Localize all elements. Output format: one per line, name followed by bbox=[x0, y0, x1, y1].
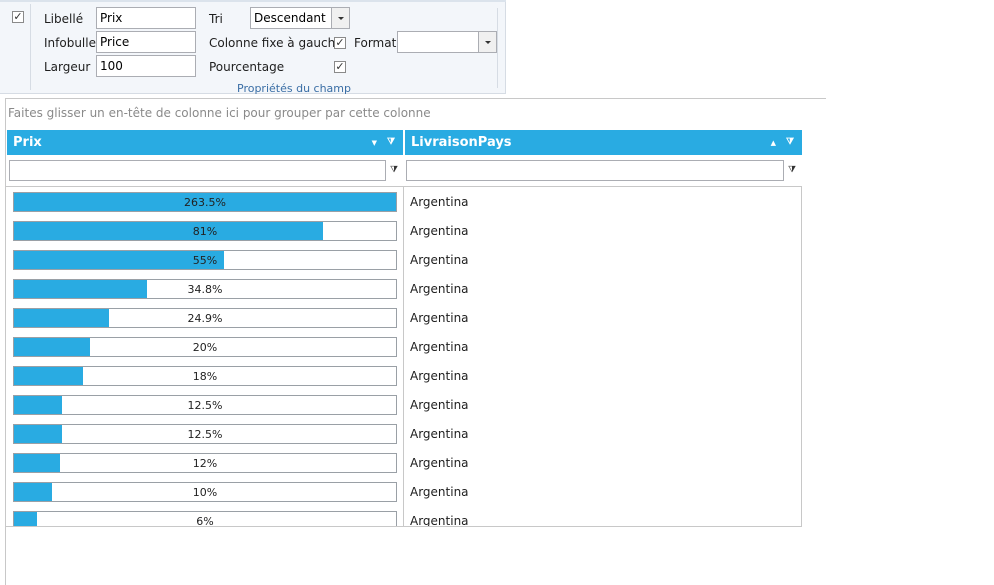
country-cell: Argentina bbox=[410, 311, 469, 325]
country-cell: Argentina bbox=[410, 369, 469, 383]
country-cell: Argentina bbox=[410, 282, 469, 296]
percentage-value: 263.5% bbox=[184, 196, 226, 209]
filter-icon[interactable]: ⧩ bbox=[786, 137, 794, 147]
largeur-label: Largeur bbox=[44, 60, 91, 74]
colonne-fixe-label: Colonne fixe à gauche bbox=[209, 36, 343, 50]
pourcentage-checkbox[interactable]: ✓ bbox=[334, 61, 346, 73]
percentage-value: 20% bbox=[192, 341, 218, 354]
format-dropdown-button[interactable] bbox=[478, 32, 496, 52]
percentage-value: 12% bbox=[192, 457, 218, 470]
percentage-value: 24.9% bbox=[187, 312, 223, 325]
percentage-value: 12.5% bbox=[187, 428, 223, 441]
sort-descending-icon[interactable]: ▼ bbox=[372, 139, 377, 147]
country-cell: Argentina bbox=[410, 398, 469, 412]
country-cell: Argentina bbox=[410, 485, 469, 499]
filter-icon[interactable]: ⧩ bbox=[387, 137, 395, 147]
ribbon-separator bbox=[30, 4, 31, 90]
percentage-value: 18% bbox=[192, 370, 218, 383]
percentage-bar: 20% bbox=[13, 337, 397, 357]
chevron-down-icon bbox=[337, 16, 344, 20]
format-label: Format bbox=[354, 36, 397, 50]
percentage-value: 12.5% bbox=[187, 399, 223, 412]
libelle-field[interactable]: Prix bbox=[96, 7, 196, 29]
format-select[interactable] bbox=[397, 31, 497, 53]
country-cell: Argentina bbox=[410, 340, 469, 354]
prix-filter-input[interactable] bbox=[9, 160, 386, 181]
percentage-value: 10% bbox=[192, 486, 218, 499]
colonne-fixe-checkbox[interactable]: ✓ bbox=[334, 37, 346, 49]
column-divider bbox=[403, 186, 404, 527]
sort-ascending-icon[interactable]: ▲ bbox=[771, 139, 776, 147]
field-properties-ribbon: ✓ Libellé Prix Infobulle Price Largeur 1… bbox=[0, 0, 506, 95]
country-cell: Argentina bbox=[410, 514, 469, 527]
largeur-field[interactable]: 100 bbox=[96, 55, 196, 77]
infobulle-field[interactable]: Price bbox=[96, 31, 196, 53]
tri-label: Tri bbox=[209, 12, 223, 26]
percentage-value: 34.8% bbox=[187, 283, 223, 296]
country-cell: Argentina bbox=[410, 456, 469, 470]
column-header-title: LivraisonPays bbox=[411, 135, 512, 150]
column-header-prix[interactable]: Prix ▼ ⧩ bbox=[7, 130, 403, 155]
percentage-bar: 263.5% bbox=[13, 192, 397, 212]
percentage-bar: 81% bbox=[13, 221, 397, 241]
country-cell: Argentina bbox=[410, 195, 469, 209]
country-cell: Argentina bbox=[410, 427, 469, 441]
tri-select-value: Descendant bbox=[254, 11, 326, 25]
percentage-value: 81% bbox=[192, 225, 218, 238]
percentage-bar: 12.5% bbox=[13, 424, 397, 444]
country-cell: Argentina bbox=[410, 253, 469, 267]
group-by-panel[interactable]: Faites glisser un en-tête de colonne ici… bbox=[8, 106, 431, 120]
tri-select[interactable]: Descendant bbox=[250, 7, 350, 29]
column-header-title: Prix bbox=[13, 135, 42, 150]
ribbon-separator bbox=[497, 8, 498, 88]
filter-icon[interactable]: ⧩ bbox=[788, 165, 796, 175]
tri-dropdown-button[interactable] bbox=[331, 8, 349, 28]
ribbon-top-border bbox=[0, 0, 506, 2]
libelle-label: Libellé bbox=[44, 12, 84, 26]
field-enabled-checkbox[interactable]: ✓ bbox=[12, 11, 24, 23]
percentage-bar: 24.9% bbox=[13, 308, 397, 328]
percentage-bar: 12.5% bbox=[13, 395, 397, 415]
percentage-bar: 18% bbox=[13, 366, 397, 386]
percentage-value: 6% bbox=[196, 515, 214, 527]
percentage-bar: 12% bbox=[13, 453, 397, 473]
ribbon-group-caption: Propriétés du champ bbox=[237, 82, 351, 95]
percentage-bar: 10% bbox=[13, 482, 397, 502]
filter-icon[interactable]: ⧩ bbox=[390, 165, 398, 175]
pourcentage-label: Pourcentage bbox=[209, 60, 285, 74]
percentage-bar: 55% bbox=[13, 250, 397, 270]
country-cell: Argentina bbox=[410, 224, 469, 238]
column-header-livraisonpays[interactable]: LivraisonPays ▲ ⧩ bbox=[405, 130, 802, 155]
infobulle-label: Infobulle bbox=[44, 36, 96, 50]
livraisonpays-filter-input[interactable] bbox=[406, 160, 784, 181]
percentage-value: 55% bbox=[192, 254, 218, 267]
percentage-bar: 34.8% bbox=[13, 279, 397, 299]
percentage-bar: 6% bbox=[13, 511, 397, 527]
chevron-down-icon bbox=[484, 40, 491, 44]
